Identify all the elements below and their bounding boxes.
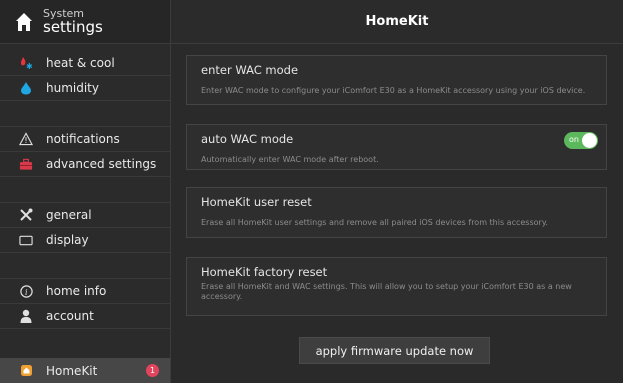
sidebar-item-label: humidity: [46, 81, 99, 95]
homekit-factory-reset-card[interactable]: HomeKit factory reset Erase all HomeKit …: [186, 257, 607, 316]
sidebar-item-label: general: [46, 208, 92, 222]
sidebar-title-large: settings: [43, 18, 103, 36]
sidebar-divider: [0, 101, 170, 127]
sidebar-header: System settings: [0, 0, 170, 44]
sidebar-item-display[interactable]: display: [0, 228, 170, 253]
info-icon: i: [19, 284, 33, 298]
auto-wac-mode-card: auto WAC mode Automatically enter WAC mo…: [186, 124, 607, 170]
toggle-label: on: [569, 135, 579, 144]
card-description: Erase all HomeKit user settings and remo…: [201, 218, 548, 227]
card-title: enter WAC mode: [201, 63, 299, 77]
sidebar-item-account[interactable]: account: [0, 304, 170, 329]
sidebar-item-advanced-settings[interactable]: advanced settings: [0, 152, 170, 177]
sidebar-divider: [0, 253, 170, 279]
sidebar: System settings ✱ heat & cool humidity n…: [0, 0, 171, 383]
card-description: Enter WAC mode to configure your iComfor…: [201, 86, 586, 95]
card-title: HomeKit user reset: [201, 195, 312, 209]
flame-snowflake-icon: ✱: [19, 56, 33, 70]
sidebar-item-label: advanced settings: [46, 157, 157, 171]
home-icon[interactable]: [14, 11, 34, 33]
card-description: Erase all HomeKit and WAC settings. This…: [201, 282, 572, 301]
toolbox-icon: [19, 157, 33, 171]
water-drop-icon: [19, 81, 33, 95]
app-window: System settings ✱ heat & cool humidity n…: [0, 0, 623, 383]
user-icon: [19, 309, 33, 323]
display-icon: [19, 233, 33, 247]
homekit-user-reset-card[interactable]: HomeKit user reset Erase all HomeKit use…: [186, 187, 607, 238]
page-title: HomeKit: [171, 0, 623, 44]
toggle-knob: [582, 133, 597, 148]
auto-wac-toggle[interactable]: on: [564, 132, 598, 149]
homekit-icon: [19, 364, 33, 378]
svg-text:i: i: [25, 288, 28, 297]
card-title: HomeKit factory reset: [201, 265, 328, 279]
sidebar-divider: [0, 329, 170, 358]
tools-icon: [19, 208, 33, 222]
svg-text:✱: ✱: [26, 62, 33, 70]
sidebar-item-notifications[interactable]: notifications: [0, 127, 170, 152]
sidebar-item-home-info[interactable]: i home info: [0, 279, 170, 304]
sidebar-item-label: home info: [46, 284, 107, 298]
sidebar-item-general[interactable]: general: [0, 203, 170, 228]
sidebar-item-heat-cool[interactable]: ✱ heat & cool: [0, 51, 170, 76]
card-description: Automatically enter WAC mode after reboo…: [201, 155, 379, 164]
notification-badge: 1: [146, 364, 159, 377]
sidebar-item-homekit[interactable]: HomeKit 1: [0, 358, 170, 383]
sidebar-item-label: notifications: [46, 132, 120, 146]
sidebar-item-label: display: [46, 233, 89, 247]
main-panel: HomeKit enter WAC mode Enter WAC mode to…: [171, 0, 623, 383]
sidebar-divider: [0, 177, 170, 203]
card-title: auto WAC mode: [201, 132, 294, 146]
sidebar-item-label: account: [46, 309, 94, 323]
sidebar-item-humidity[interactable]: humidity: [0, 76, 170, 101]
sidebar-item-label: HomeKit: [46, 363, 98, 378]
apply-firmware-update-button[interactable]: apply firmware update now: [299, 337, 490, 364]
sidebar-item-label: heat & cool: [46, 56, 115, 70]
warning-icon: [19, 132, 33, 146]
enter-wac-mode-card[interactable]: enter WAC mode Enter WAC mode to configu…: [186, 55, 607, 105]
